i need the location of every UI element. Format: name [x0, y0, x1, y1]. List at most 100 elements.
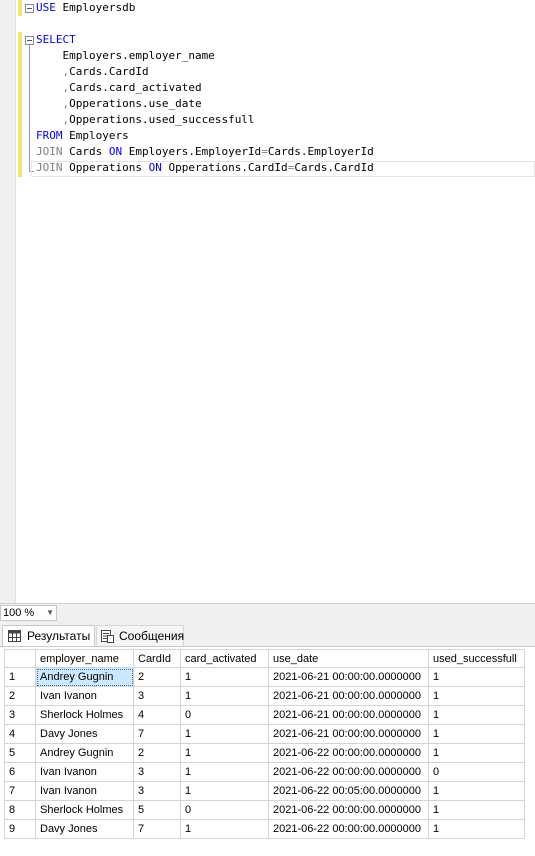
table-cell[interactable]: 1 — [180, 762, 269, 782]
code-token: Opperations.CardId — [161, 161, 288, 174]
table-row[interactable]: 4 Davy Jones 7 1 2021-06-21 00:00:00.0000000… — [4, 724, 525, 744]
table-cell[interactable]: Sherlock Holmes — [35, 800, 134, 820]
table-cell[interactable]: 1 — [180, 667, 269, 687]
code-line[interactable]: ,Opperations.used_successfull — [36, 112, 255, 128]
table-cell[interactable]: 1 — [428, 724, 525, 744]
table-cell[interactable]: 2021-06-21 00:00:00.0000000 — [268, 667, 429, 687]
code-line[interactable]: Employers.employer_name — [36, 48, 214, 64]
code-token: Cards.CardId — [294, 161, 374, 174]
table-cell[interactable]: 1 — [180, 743, 269, 763]
code-token: Cards.card_activated — [69, 81, 202, 94]
table-cell[interactable]: Sherlock Holmes — [35, 705, 134, 725]
row-number[interactable]: 2 — [4, 686, 36, 706]
table-cell[interactable]: Davy Jones — [35, 819, 134, 839]
table-row[interactable]: 7 Ivan Ivanon 3 1 2021-06-22 00:05:00.000000… — [4, 781, 525, 801]
zoom-value: 100 % — [3, 607, 35, 619]
table-cell[interactable]: 0 — [180, 705, 269, 725]
column-header[interactable]: CardId — [133, 649, 181, 668]
table-cell[interactable]: 1 — [428, 686, 525, 706]
table-cell[interactable]: 1 — [180, 686, 269, 706]
table-cell[interactable]: 2021-06-22 00:00:00.0000000 — [268, 800, 429, 820]
table-cell[interactable]: Davy Jones — [35, 724, 134, 744]
table-cell[interactable]: 1 — [428, 667, 525, 687]
table-row[interactable]: 9 Davy Jones 7 1 2021-06-22 00:00:00.0000000… — [4, 819, 525, 839]
code-line[interactable]: ,Cards.CardId — [36, 64, 149, 80]
table-cell[interactable]: 1 — [428, 800, 525, 820]
table-cell[interactable]: 1 — [180, 819, 269, 839]
tab-results[interactable]: Результаты — [2, 625, 95, 646]
table-cell[interactable]: 0 — [428, 762, 525, 782]
table-cell[interactable]: 3 — [133, 762, 181, 782]
editor-gutter — [0, 0, 16, 603]
table-cell[interactable]: 5 — [133, 800, 181, 820]
column-header[interactable]: employer_name — [35, 649, 134, 668]
table-row[interactable]: 3 Sherlock Holmes 4 0 2021-06-21 00:00:00.00… — [4, 705, 525, 725]
table-cell[interactable]: 2021-06-21 00:00:00.0000000 — [268, 686, 429, 706]
table-cell[interactable]: 1 — [428, 743, 525, 763]
table-cell[interactable]: Ivan Ivanon — [35, 762, 134, 782]
table-cell[interactable]: 2 — [133, 743, 181, 763]
table-cell[interactable]: 7 — [133, 819, 181, 839]
table-cell[interactable]: 7 — [133, 724, 181, 744]
collapse-toggle-icon[interactable] — [25, 4, 34, 13]
zoom-select[interactable]: 100 % ▼ — [0, 605, 57, 621]
code-token: Employersdb — [55, 1, 136, 14]
row-number[interactable]: 5 — [4, 743, 36, 763]
table-cell[interactable]: 2 — [133, 667, 181, 687]
table-cell[interactable]: 2021-06-21 00:00:00.0000000 — [268, 705, 429, 725]
table-cell[interactable]: 2021-06-22 00:00:00.0000000 — [268, 819, 429, 839]
table-cell[interactable]: 0 — [180, 800, 269, 820]
table-cell[interactable]: Andrey Gugnin — [35, 743, 134, 763]
code-line[interactable]: USE Employersdb — [36, 0, 135, 16]
results-grid[interactable]: employer_name CardId card_activated use_… — [0, 646, 535, 856]
table-cell[interactable]: 2021-06-22 00:00:00.0000000 — [268, 743, 429, 763]
table-row[interactable]: 2 Ivan Ivanon 3 1 2021-06-21 00:00:00.000000… — [4, 686, 525, 706]
column-header[interactable]: use_date — [268, 649, 429, 668]
table-cell[interactable]: 2021-06-21 00:00:00.0000000 — [268, 724, 429, 744]
table-cell[interactable]: Andrey Gugnin — [35, 667, 134, 687]
table-row[interactable]: 6 Ivan Ivanon 3 1 2021-06-22 00:00:00.000000… — [4, 762, 525, 782]
row-number[interactable]: 1 — [4, 667, 36, 687]
row-number[interactable]: 3 — [4, 705, 36, 725]
collapse-toggle-icon[interactable] — [25, 36, 34, 45]
code-token: Employers — [62, 129, 129, 142]
sql-keyword: USE — [36, 1, 56, 14]
row-number[interactable]: 7 — [4, 781, 36, 801]
table-cell[interactable]: 1 — [180, 781, 269, 801]
row-number[interactable]: 6 — [4, 762, 36, 782]
table-row[interactable]: 8 Sherlock Holmes 5 0 2021-06-22 00:00:00.00… — [4, 800, 525, 820]
tab-messages-label: Сообщения — [119, 629, 185, 643]
code-line[interactable]: ,Cards.card_activated — [36, 80, 202, 96]
query-editor[interactable]: USE Employersdb SELECT Employers.employer… — [0, 0, 535, 603]
code-line[interactable]: ,Opperations.use_date — [36, 96, 202, 112]
table-cell[interactable]: 2021-06-22 00:05:00.0000000 — [268, 781, 429, 801]
row-number[interactable]: 4 — [4, 724, 36, 744]
row-number[interactable]: 9 — [4, 819, 36, 839]
table-cell[interactable]: 2021-06-22 00:00:00.0000000 — [268, 762, 429, 782]
table-cell[interactable]: 1 — [428, 705, 525, 725]
table-cell[interactable]: 1 — [428, 781, 525, 801]
table-cell[interactable]: 1 — [180, 724, 269, 744]
column-header[interactable]: used_successfull — [428, 649, 525, 668]
table-row[interactable]: 5 Andrey Gugnin 2 1 2021-06-22 00:00:00.0000… — [4, 743, 525, 763]
table-cell[interactable]: Ivan Ivanon — [35, 686, 134, 706]
tab-messages[interactable]: Сообщения — [96, 625, 184, 646]
table-cell[interactable]: 1 — [428, 819, 525, 839]
code-line[interactable]: JOIN Cards ON Employers.EmployerId=Cards… — [36, 144, 374, 160]
code-line[interactable]: FROM Employers — [36, 128, 129, 144]
table-cell[interactable]: 3 — [133, 781, 181, 801]
code-line[interactable]: SELECT — [36, 32, 76, 48]
table-cell[interactable]: Ivan Ivanon — [35, 781, 134, 801]
row-number[interactable]: 8 — [4, 800, 36, 820]
row-number-header[interactable] — [4, 649, 36, 668]
table-cell[interactable]: 3 — [133, 686, 181, 706]
code-line[interactable]: JOIN Opperations ON Opperations.CardId=C… — [36, 160, 374, 176]
table-row[interactable]: 1 Andrey Gugnin 2 1 2021-06-21 00:00:00.0000… — [4, 667, 525, 687]
table-cell[interactable]: 4 — [133, 705, 181, 725]
header-row: employer_name CardId card_activated use_… — [4, 649, 525, 668]
column-header[interactable]: card_activated — [180, 649, 269, 668]
chevron-down-icon[interactable]: ▼ — [46, 606, 54, 620]
code-token: Opperations.used_successfull — [69, 113, 255, 126]
